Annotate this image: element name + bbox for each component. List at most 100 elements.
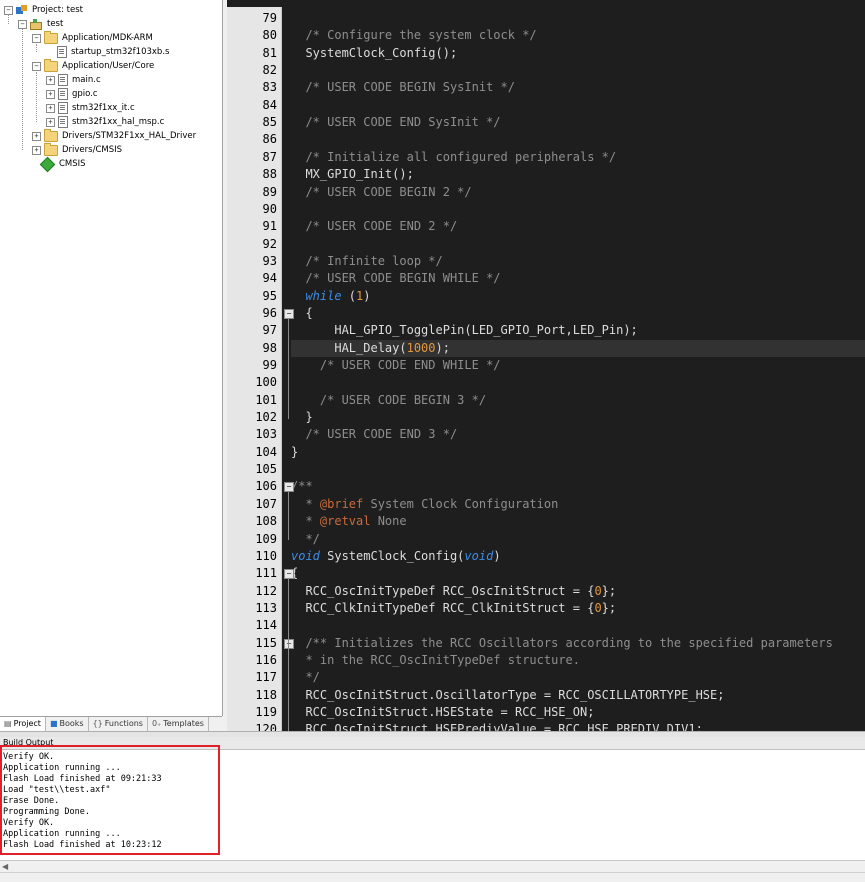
line-number: 100 <box>255 375 277 390</box>
code-editor[interactable]: 79 80 /* Configure the system clock */81 … <box>227 0 865 731</box>
collapse-icon[interactable]: − <box>32 33 41 43</box>
code-line[interactable]: SystemClock_Config(); <box>291 45 457 62</box>
code-line[interactable]: /* USER CODE BEGIN 2 */ <box>291 184 471 201</box>
line-number: 120 <box>255 722 277 731</box>
expand-icon[interactable]: + <box>46 75 55 85</box>
tree-file-startup[interactable]: startup_stm32f103xb.s <box>57 45 169 59</box>
code-line[interactable]: RCC_OscInitStruct.HSEPredivValue = RCC_H… <box>291 721 702 731</box>
fold-toggle-icon[interactable]: − <box>284 482 294 493</box>
line-number: 79 <box>262 11 277 25</box>
tree-group-label: Application/MDK-ARM <box>62 33 153 43</box>
code-line[interactable]: * @brief System Clock Configuration <box>291 496 558 513</box>
line-number: 93 <box>262 253 277 268</box>
folder-icon <box>44 142 58 156</box>
project-tab-icon: ▤ <box>4 719 12 728</box>
line-number: 86 <box>262 132 277 147</box>
highlight-box <box>0 745 220 855</box>
tree-file-label: stm32f1xx_hal_msp.c <box>72 117 165 127</box>
tree-target-test[interactable]: − test <box>18 17 63 31</box>
line-number: 102 <box>255 410 277 425</box>
code-line[interactable]: } <box>291 444 298 461</box>
code-line[interactable]: while (1) <box>291 288 370 305</box>
line-number: 107 <box>255 496 277 511</box>
tree-file-hal-msp[interactable]: + stm32f1xx_hal_msp.c <box>46 115 164 129</box>
tree-group-drivers-cmsis[interactable]: + Drivers/CMSIS <box>32 142 122 157</box>
code-line[interactable]: /* USER CODE END SysInit */ <box>291 114 500 131</box>
code-line[interactable]: /* USER CODE END 2 */ <box>291 218 457 235</box>
code-line[interactable]: void SystemClock_Config(void) <box>291 548 501 565</box>
tab-templates[interactable]: 0₊ Templates <box>148 717 209 731</box>
code-line[interactable]: MX_GPIO_Init(); <box>291 166 413 183</box>
code-line[interactable]: /* USER CODE BEGIN SysInit */ <box>291 79 515 96</box>
tree-group-mdk-arm[interactable]: − Application/MDK-ARM <box>32 30 153 45</box>
code-line[interactable]: /* Initialize all configured peripherals… <box>291 149 616 166</box>
expand-icon[interactable]: + <box>46 103 55 113</box>
fold-guide <box>288 492 289 541</box>
tree-file-gpio[interactable]: + gpio.c <box>46 87 98 101</box>
tab-label: Books <box>59 719 84 728</box>
tree-root-project[interactable]: − Project: test <box>4 3 83 17</box>
tree-file-main[interactable]: + main.c <box>46 73 101 87</box>
file-icon <box>58 116 68 128</box>
code-line[interactable]: * in the RCC_OscInitTypeDef structure. <box>291 652 580 669</box>
tree-component-cmsis[interactable]: CMSIS <box>39 156 86 172</box>
code-line[interactable]: /* USER CODE BEGIN 3 */ <box>291 392 486 409</box>
code-line[interactable]: * @retval None <box>291 513 406 530</box>
code-line[interactable]: RCC_ClkInitTypeDef RCC_ClkInitStruct = {… <box>291 600 616 617</box>
project-panel: − Project: test − test − Application/MDK… <box>0 0 223 716</box>
line-number: 113 <box>255 600 277 615</box>
line-number: 89 <box>262 184 277 199</box>
line-number: 112 <box>255 583 277 598</box>
collapse-icon[interactable]: − <box>18 19 27 29</box>
tree-file-label: main.c <box>72 75 101 85</box>
expand-icon[interactable]: + <box>46 117 55 127</box>
tree-target-label: test <box>47 19 64 29</box>
code-line[interactable]: RCC_OscInitTypeDef RCC_OscInitStruct = {… <box>291 583 616 600</box>
tree-file-label: stm32f1xx_it.c <box>72 103 135 113</box>
line-number: 116 <box>255 652 277 667</box>
expand-icon[interactable]: + <box>32 131 41 141</box>
code-line[interactable]: HAL_GPIO_TogglePin(LED_GPIO_Port,LED_Pin… <box>291 322 637 339</box>
code-line[interactable]: /* USER CODE END WHILE */ <box>291 357 501 374</box>
tab-functions[interactable]: {} Functions <box>89 717 148 731</box>
templates-icon: 0₊ <box>151 719 162 728</box>
code-line[interactable]: */ <box>291 531 319 548</box>
tab-books[interactable]: ■ Books <box>46 717 89 731</box>
code-line[interactable]: RCC_OscInitStruct.HSEState = RCC_HSE_ON; <box>291 704 594 721</box>
line-number: 94 <box>262 271 277 286</box>
line-number: 92 <box>262 236 277 251</box>
code-line[interactable]: /* USER CODE BEGIN WHILE */ <box>291 270 500 287</box>
tab-project[interactable]: ▤ Project <box>0 717 46 732</box>
line-number: 83 <box>262 80 277 95</box>
code-line[interactable]: } <box>291 409 312 426</box>
tree-group-user-core[interactable]: − Application/User/Core <box>32 58 155 73</box>
code-line[interactable]: */ <box>291 669 319 686</box>
collapse-icon[interactable]: − <box>4 5 13 15</box>
expand-icon[interactable]: + <box>46 89 55 99</box>
code-line[interactable]: /* USER CODE END 3 */ <box>291 426 457 443</box>
code-line[interactable]: HAL_Delay(1000); <box>291 340 450 357</box>
file-icon <box>58 74 68 86</box>
code-line[interactable]: /* Infinite loop */ <box>291 253 442 270</box>
tree-file-it[interactable]: + stm32f1xx_it.c <box>46 101 135 115</box>
code-line[interactable]: /** Initializes the RCC Oscillators acco… <box>291 635 832 652</box>
line-number: 84 <box>262 97 277 112</box>
fold-toggle-icon[interactable]: − <box>284 569 294 580</box>
code-line[interactable]: /* Configure the system clock */ <box>291 27 536 44</box>
code-line[interactable]: /** <box>291 478 313 495</box>
line-number: 95 <box>262 288 277 303</box>
line-number: 104 <box>255 444 277 459</box>
folder-icon <box>44 128 58 142</box>
tree-group-label: Drivers/STM32F1xx_HAL_Driver <box>62 131 197 141</box>
fold-toggle-icon[interactable]: − <box>284 638 294 649</box>
expand-icon[interactable]: + <box>32 145 41 155</box>
tree-group-hal-driver[interactable]: + Drivers/STM32F1xx_HAL_Driver <box>32 128 197 143</box>
collapse-icon[interactable]: − <box>32 61 41 71</box>
code-line[interactable]: { <box>291 305 312 322</box>
file-icon <box>58 102 68 114</box>
tree-group-label: Application/User/Core <box>62 61 155 71</box>
code-line[interactable]: RCC_OscInitStruct.OscillatorType = RCC_O… <box>291 687 724 704</box>
fold-toggle-icon[interactable]: − <box>284 308 294 319</box>
scroll-left-arrow-icon[interactable]: ◀ <box>2 862 8 871</box>
line-number: 105 <box>255 462 277 477</box>
